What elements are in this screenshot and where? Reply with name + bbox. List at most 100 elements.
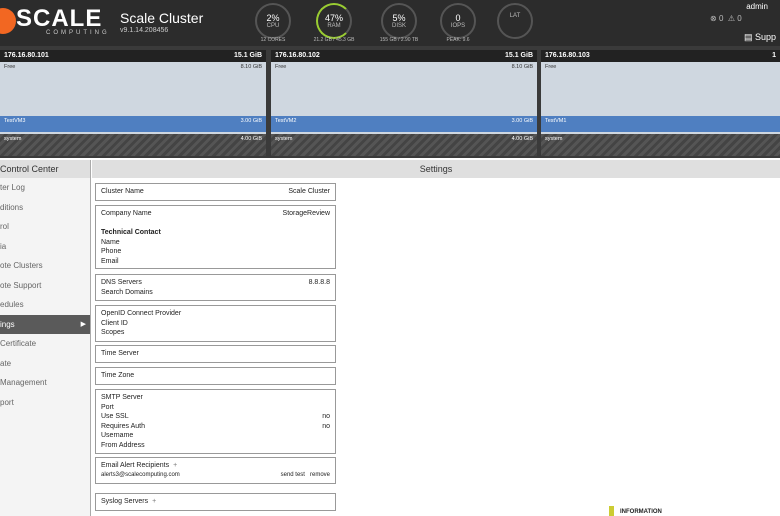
node-card[interactable]: 176.16.80.101 15.1 GiB Free 8.10 GiB TestV… [0,50,266,156]
field-label: Scopes [101,329,125,336]
field-label: Email [101,257,119,265]
system-block: system 4.00 GiB [0,134,266,156]
node-card[interactable]: 176.16.80.103 1 Free TestVM1 system [541,50,780,156]
free-label: Free [4,64,16,70]
info-marker-icon [609,506,614,516]
iops-gauge[interactable]: 0 IOPS [440,3,476,39]
vm-block[interactable]: TestVM1 [541,116,780,132]
lat-gauge[interactable]: LAT [497,3,533,39]
gauge-sub: PEAK: 9.6 [446,37,470,43]
vm-name: TestVM3 [4,118,26,124]
gauge-value: 0 [455,13,461,23]
sys-mem: 4.00 GiB [240,136,262,142]
gauge-value: 47% [324,13,343,23]
cluster-name: Scale Cluster [120,10,204,26]
node-total: 15.1 GiB [233,52,262,59]
vm-block[interactable]: TestVM3 3.00 GiB [0,116,266,132]
field-label: Search Domains [101,288,153,296]
gauge-value: 5% [392,13,406,23]
error-count: 0 [718,14,724,23]
add-syslog-button[interactable]: + [152,498,156,505]
cpu-gauge[interactable]: 2% CPU [255,3,291,39]
sidebar-item-conditions[interactable]: ditions [0,198,90,218]
sidebar-item-management[interactable]: Management [0,373,90,393]
free-block: Free 8.10 GiB [0,62,266,116]
sidebar-item-remote-support[interactable]: ote Support [0,276,90,296]
disk-gauge[interactable]: 5% DISK [381,3,417,39]
field-label: SMTP Server [101,394,143,401]
field-value: StorageReview [282,210,330,217]
support-button[interactable]: ▤ Supp [744,32,776,43]
field-label: Name [101,238,120,246]
sidebar-item-update[interactable]: ate [0,354,90,374]
free-block: Free 8.10 GiB [271,62,537,116]
node-header: 176.16.80.103 1 [541,50,780,62]
free-label: Free [275,64,287,70]
gauge-label: DISK [391,23,406,29]
sidebar-item-remote-clusters[interactable]: ote Clusters [0,256,90,276]
sys-mem: 4.00 GiB [511,136,533,142]
send-test-link[interactable]: send test [281,472,305,478]
sidebar-item-cluster-log[interactable]: ter Log [0,178,90,198]
sys-label: system [4,136,22,142]
error-icon: ⊗ [710,14,717,23]
field-label: Time Server [101,350,139,357]
node-ip: 176.16.80.102 [275,52,320,59]
gauge-label: LAT [509,13,521,19]
sys-label: system [545,136,563,142]
user-menu[interactable]: admin [746,2,768,11]
system-block: system 4.00 GiB [271,134,537,156]
sys-label: system [275,136,293,142]
recipient-email: alerts3@scalecomputing.com [101,471,180,478]
field-label: Cluster Name [101,188,144,195]
node-panel: 176.16.80.101 15.1 GiB Free 8.10 GiB TestV… [0,46,780,158]
field-value: no [322,422,330,430]
field-label: Phone [101,248,122,255]
email-recipients-panel[interactable]: Email Alert Recipients + alerts3@scalecom… [95,457,336,484]
field-label: DNS Servers [101,279,142,286]
gauge-value: 2% [266,13,280,23]
sidebar-item-control[interactable]: rol [0,217,90,237]
field-label: Time Zone [101,372,135,379]
alert-counts[interactable]: ⊗ 0 ⚠ 0 [710,14,742,23]
free-label: Free [545,64,557,70]
field-label: Port [101,403,114,411]
smtp-panel[interactable]: SMTP Server Port Use SSL no Requires Auth… [95,389,336,454]
company-panel[interactable]: Company Name StorageReview Technical Cont… [95,205,336,269]
sidebar-title: Control Center [0,160,90,178]
settings-header: Settings [92,160,780,178]
vm-name: TestVM2 [275,118,297,124]
control-center-sidebar: Control Center ter Log ditions rol ia ot… [0,160,91,516]
node-card[interactable]: 176.16.80.102 15.1 GiB Free 8.10 GiB TestV… [271,50,537,156]
oidc-panel[interactable]: OpenID Connect Provider Client ID Scopes [95,305,336,342]
sidebar-item-schedules[interactable]: edules [0,295,90,315]
field-label: Company Name [101,210,152,217]
field-label: Client ID [101,319,128,327]
vm-mem: 3.00 GiB [511,118,533,124]
cluster-name-panel[interactable]: Cluster Name Scale Cluster [95,183,336,201]
sidebar-item-support[interactable]: port [0,393,90,413]
brand-text: SCALE [16,5,103,32]
sidebar-item-media[interactable]: ia [0,237,90,257]
brand-sub: COMPUTING [46,30,110,36]
node-header: 176.16.80.102 15.1 GiB [271,50,537,62]
field-value: Scale Cluster [288,188,330,195]
support-label: Supp [755,32,777,42]
sidebar-item-settings[interactable]: ings [0,314,90,334]
free-block: Free [541,62,780,116]
remove-link[interactable]: remove [310,472,330,478]
time-zone-panel[interactable]: Time Zone [95,367,336,385]
vm-mem: 3.00 GiB [240,118,262,124]
field-label: Requires Auth [101,422,145,430]
logo-mark-icon [0,8,16,34]
syslog-panel[interactable]: Syslog Servers + [95,493,336,511]
ram-gauge[interactable]: 47% RAM [316,3,352,39]
dns-panel[interactable]: DNS Servers 8.8.8.8 Search Domains [95,274,336,301]
vm-block[interactable]: TestVM2 3.00 GiB [271,116,537,132]
node-ip: 176.16.80.103 [545,52,590,59]
node-total: 1 [772,52,776,59]
time-server-panel[interactable]: Time Server [95,345,336,363]
version: v9.1.14.208456 [120,27,169,34]
add-recipient-button[interactable]: + [173,462,177,469]
sidebar-item-certificate[interactable]: Certificate [0,334,90,354]
